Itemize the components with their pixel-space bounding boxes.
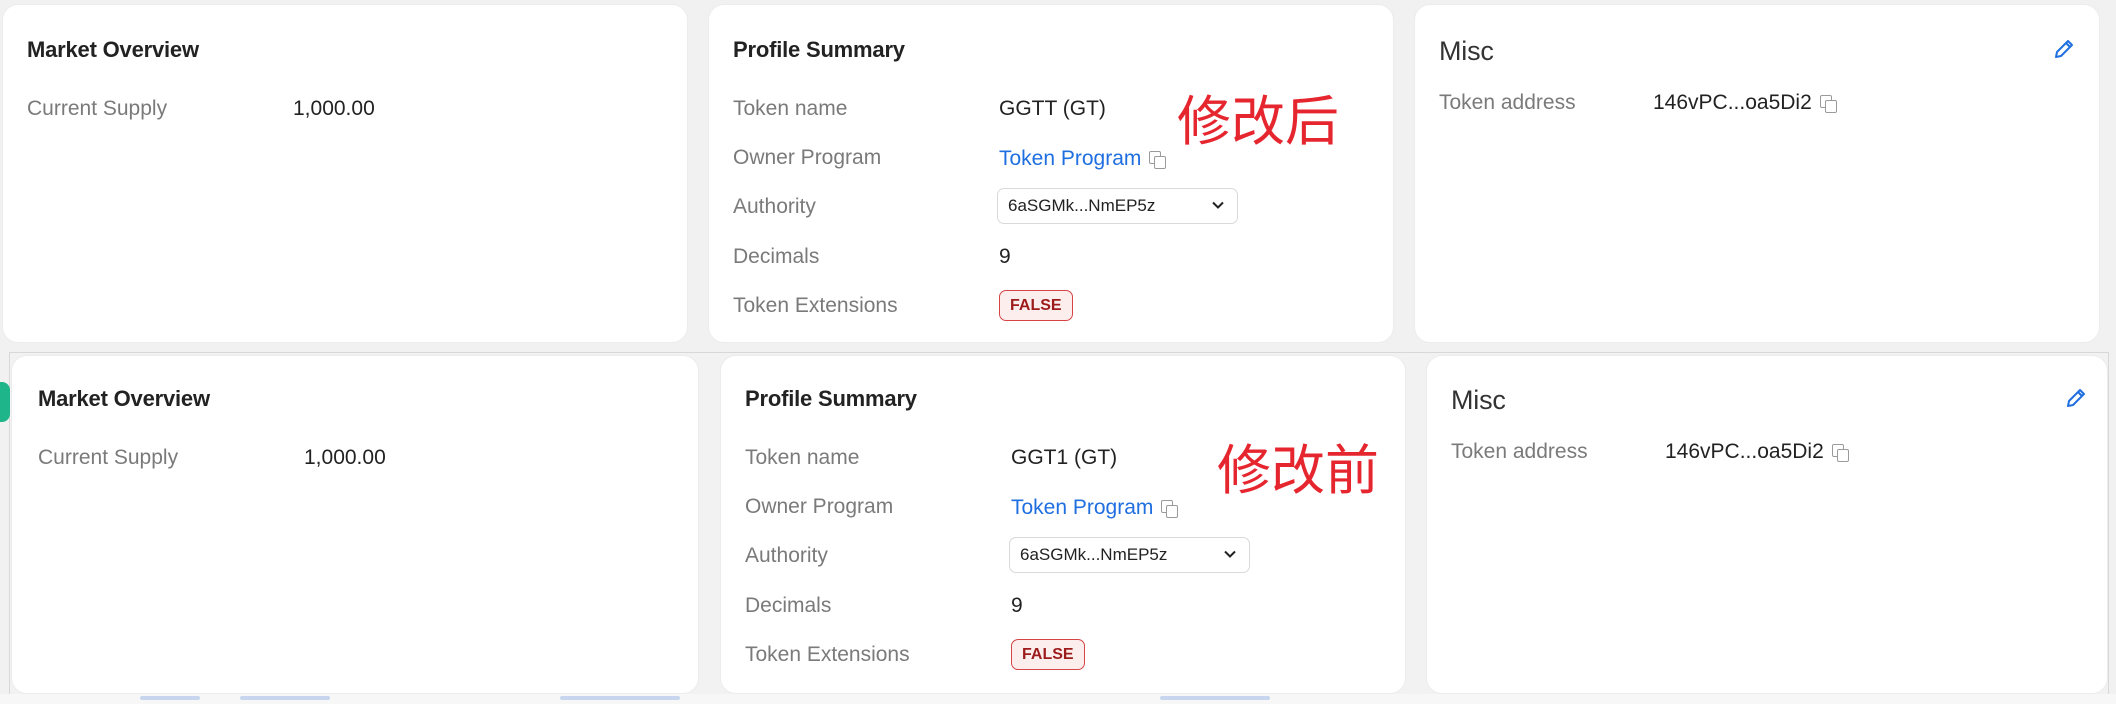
- profile-summary-card: Profile Summary Token name GGTT (GT) Own…: [708, 4, 1394, 343]
- token-name-value: GGT1 (GT): [1011, 446, 1118, 469]
- chevron-down-icon: [1224, 550, 1236, 558]
- current-supply-value: 1,000.00: [304, 446, 386, 469]
- current-supply-value: 1,000.00: [293, 97, 375, 120]
- annotation-after: 修改后: [1177, 90, 1339, 153]
- token-address-label: Token address: [1439, 91, 1576, 114]
- owner-program-link[interactable]: Token Program: [1011, 496, 1179, 520]
- decimals-label: Decimals: [733, 245, 820, 268]
- market-overview-card: Market Overview Current Supply 1,000.00: [2, 4, 688, 343]
- annotation-before: 修改前: [1217, 439, 1379, 502]
- token-name-value: GGTT (GT): [999, 97, 1106, 120]
- token-address-label: Token address: [1451, 440, 1588, 463]
- token-address-value[interactable]: 146vPC...oa5Di2: [1653, 91, 1812, 115]
- token-extensions-badge: FALSE: [1011, 639, 1085, 670]
- decimals-value: 9: [1011, 594, 1023, 617]
- owner-program-value[interactable]: Token Program: [1011, 496, 1153, 520]
- copy-icon[interactable]: [1831, 444, 1849, 462]
- copy-icon[interactable]: [1819, 95, 1837, 113]
- authority-select[interactable]: 6aSGMk...NmEP5z: [1009, 537, 1250, 573]
- card-title: Misc: [1451, 385, 1506, 415]
- token-extensions-label: Token Extensions: [745, 643, 910, 666]
- decimals-label: Decimals: [745, 594, 832, 617]
- token-address-link[interactable]: 146vPC...oa5Di2: [1665, 440, 1849, 464]
- authority-label: Authority: [745, 544, 828, 567]
- owner-program-label: Owner Program: [745, 495, 894, 518]
- profile-summary-card: Profile Summary Token name GGT1 (GT) Own…: [720, 355, 1406, 694]
- token-address-value[interactable]: 146vPC...oa5Di2: [1665, 440, 1824, 464]
- card-title: Market Overview: [38, 386, 210, 411]
- copy-icon[interactable]: [1149, 151, 1167, 169]
- misc-card: Misc Token address 146vPC...oa5Di2: [1414, 4, 2100, 343]
- authority-select[interactable]: 6aSGMk...NmEP5z: [997, 188, 1238, 224]
- authority-value: 6aSGMk...NmEP5z: [1020, 545, 1168, 564]
- bottom-strip: [0, 694, 2116, 704]
- card-title: Profile Summary: [745, 386, 917, 411]
- authority-value: 6aSGMk...NmEP5z: [1008, 196, 1156, 215]
- misc-card: Misc Token address 146vPC...oa5Di2: [1426, 355, 2108, 694]
- card-title: Misc: [1439, 36, 1494, 66]
- copy-icon[interactable]: [1161, 500, 1179, 518]
- card-title: Profile Summary: [733, 37, 905, 62]
- card-title: Market Overview: [27, 37, 199, 62]
- pencil-icon[interactable]: [2063, 385, 2089, 411]
- authority-label: Authority: [733, 195, 816, 218]
- owner-program-value[interactable]: Token Program: [999, 147, 1141, 171]
- current-supply-label: Current Supply: [27, 97, 168, 120]
- chevron-down-icon: [1212, 201, 1224, 209]
- owner-program-link[interactable]: Token Program: [999, 147, 1167, 171]
- token-name-label: Token name: [745, 446, 860, 469]
- token-extensions-badge: FALSE: [999, 290, 1073, 321]
- side-tab-indicator: [0, 382, 10, 422]
- token-extensions-label: Token Extensions: [733, 294, 898, 317]
- token-name-label: Token name: [733, 97, 848, 120]
- market-overview-card: Market Overview Current Supply 1,000.00: [11, 355, 699, 694]
- current-supply-label: Current Supply: [38, 446, 179, 469]
- decimals-value: 9: [999, 245, 1011, 268]
- token-address-link[interactable]: 146vPC...oa5Di2: [1653, 91, 1837, 115]
- pencil-icon[interactable]: [2051, 36, 2077, 62]
- owner-program-label: Owner Program: [733, 146, 882, 169]
